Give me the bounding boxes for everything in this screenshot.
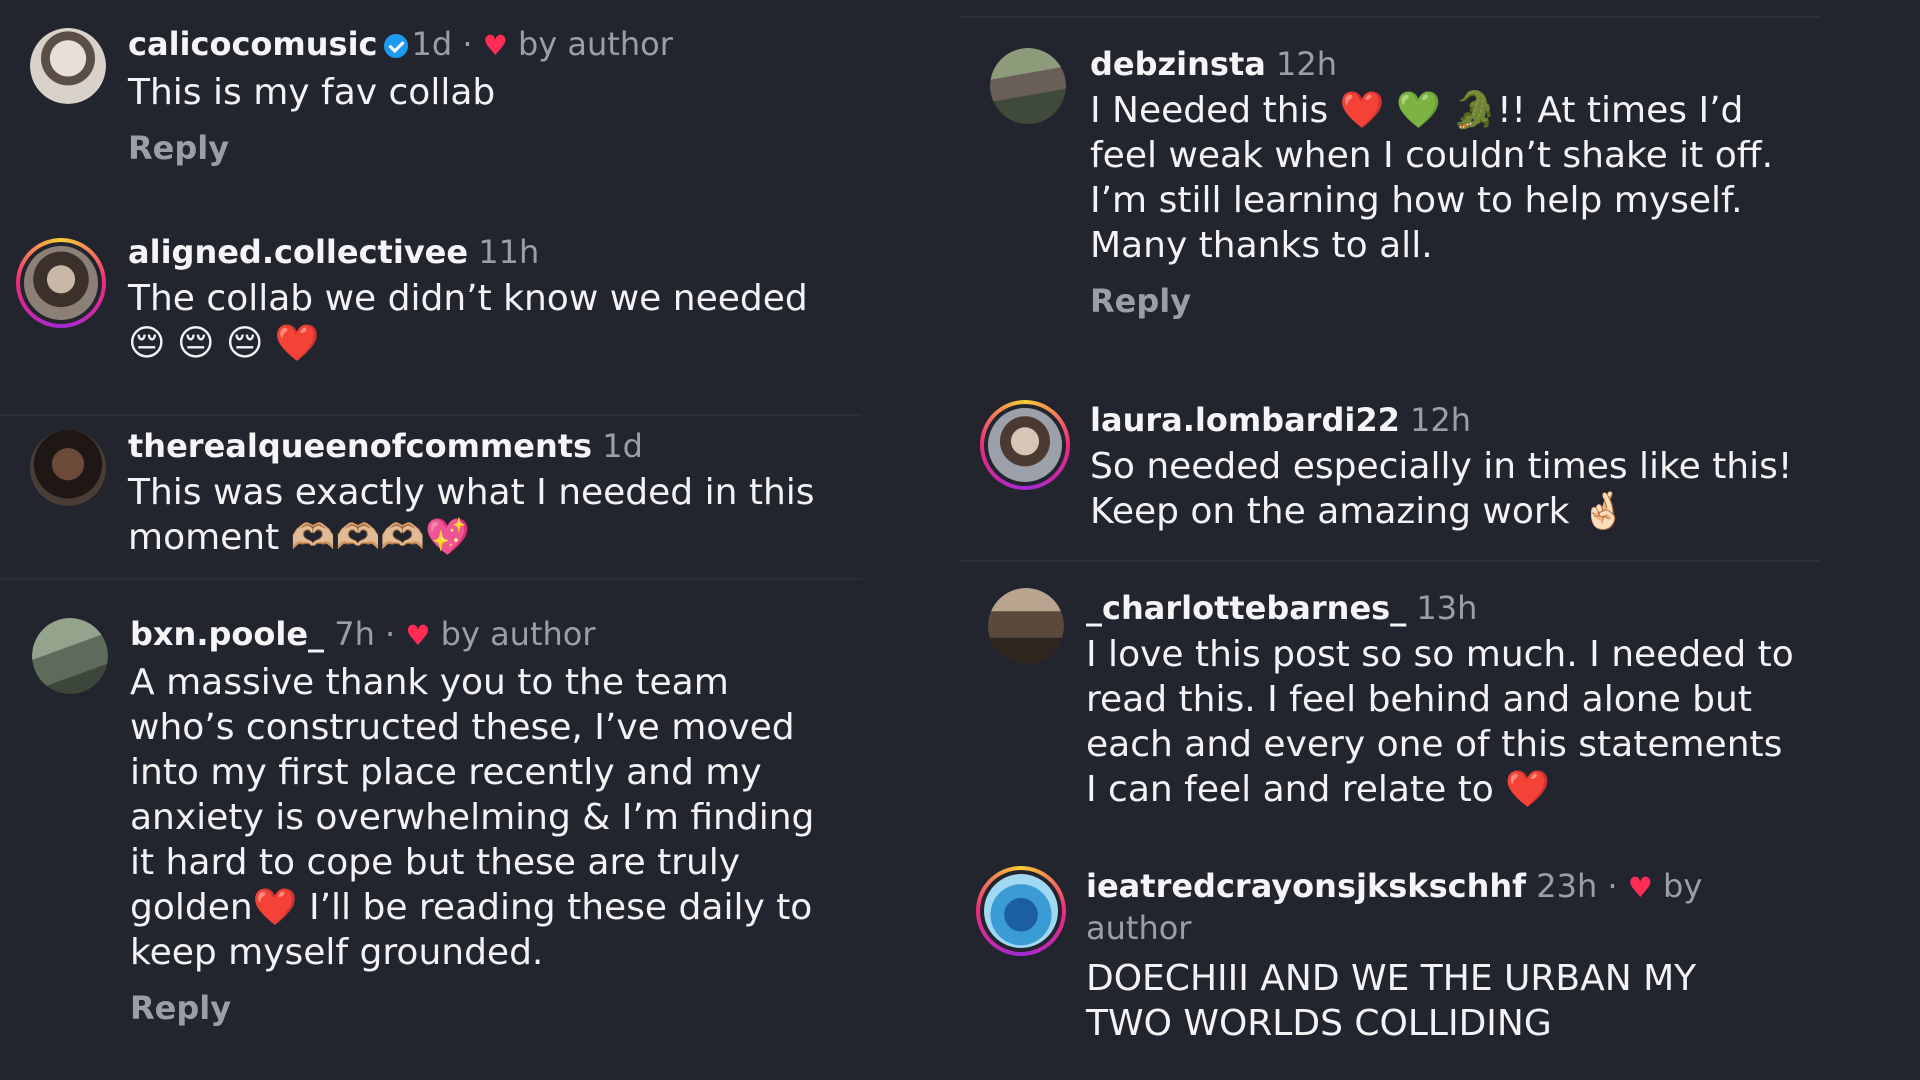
username[interactable]: ieatredcrayonsjkskschhf	[1086, 867, 1526, 905]
comment-time: 11h	[478, 233, 540, 271]
comment-text: A massive thank you to the team who’s co…	[130, 662, 815, 973]
liked-by-author-label: by author	[517, 25, 673, 63]
comment-text: So needed especially in times like this!…	[1090, 446, 1793, 532]
avatar[interactable]	[32, 618, 108, 694]
comment-emojis: 🫶🏼🫶🏼🫶🏼💖	[290, 517, 470, 558]
avatar[interactable]	[990, 48, 1066, 124]
divider	[0, 578, 862, 580]
username[interactable]: therealqueenofcomments	[128, 427, 592, 465]
liked-by-author-label: by	[1663, 867, 1703, 905]
comment-text: This was exactly what I needed in this m…	[128, 472, 815, 558]
username[interactable]: debzinsta	[1090, 45, 1266, 83]
avatar[interactable]	[30, 430, 106, 506]
verified-badge-icon	[383, 34, 408, 58]
avatar[interactable]	[16, 238, 106, 328]
heart-icon: ♥	[1627, 871, 1653, 904]
avatar[interactable]	[980, 400, 1070, 490]
reply-button[interactable]: Reply	[130, 989, 860, 1027]
divider	[960, 560, 1820, 562]
heart-icon: ♥	[482, 29, 508, 62]
avatar[interactable]	[30, 28, 106, 104]
username[interactable]: calicocomusic	[128, 25, 378, 63]
comment-text: I love this post so so much. I needed to…	[1086, 634, 1794, 810]
comment-time: 12h	[1276, 45, 1337, 83]
username[interactable]: laura.lombardi22	[1090, 401, 1400, 439]
comment-time: 1d	[411, 25, 453, 63]
username[interactable]: aligned.collectivee	[128, 233, 468, 271]
comment-emojis: 😔 😔 😔 ❤️	[128, 323, 320, 364]
comment-time: 7h	[334, 615, 375, 653]
comment-text: I Needed this ❤️ 💚 🐊!! At times I’d feel…	[1090, 90, 1774, 266]
divider	[960, 16, 1820, 18]
comment-text: The collab we didn’t know we needed	[128, 278, 808, 319]
avatar[interactable]	[988, 588, 1064, 664]
reply-button[interactable]: Reply	[128, 129, 848, 167]
liked-by-author-label: by author	[440, 615, 596, 653]
divider	[0, 414, 862, 416]
comment-time: 23h	[1536, 867, 1598, 905]
heart-icon: ♥	[405, 619, 431, 652]
avatar[interactable]	[976, 866, 1066, 956]
comment-time: 1d	[602, 427, 643, 465]
username[interactable]: bxn.poole_	[130, 615, 324, 653]
reply-button[interactable]: Reply	[1090, 282, 1870, 320]
comment-time: 12h	[1410, 401, 1472, 439]
comment-text: This is my fav collab	[128, 72, 496, 113]
liked-by-author-label-cont: author	[1086, 909, 1192, 947]
comment-text: DOECHIII AND WE THE URBAN MY TWO WORLDS …	[1086, 958, 1697, 1044]
username[interactable]: _charlottebarnes_	[1086, 589, 1406, 627]
comment-time: 13h	[1416, 589, 1478, 627]
